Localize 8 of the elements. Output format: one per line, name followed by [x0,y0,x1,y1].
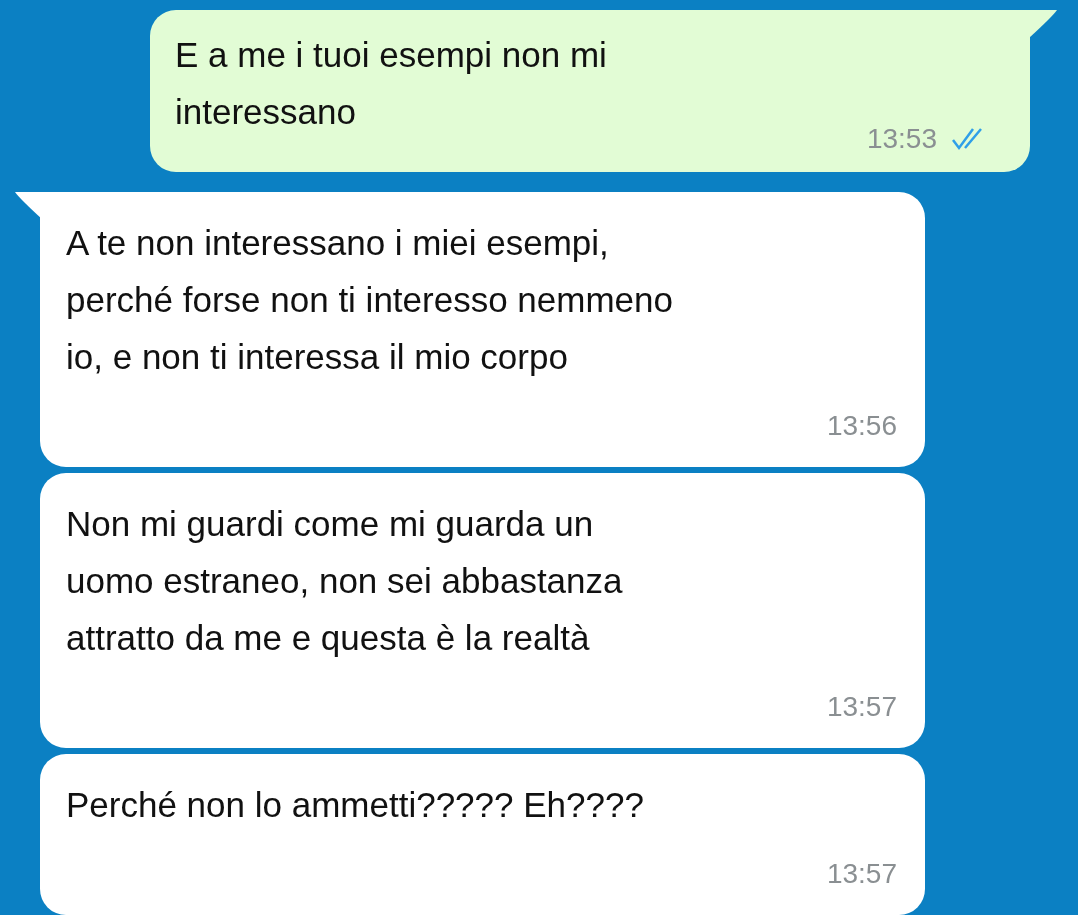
message-time: 13:57 [826,690,897,724]
message-text: Perché non lo ammetti????? Eh???? [66,784,644,826]
message-time: 13:57 [826,857,897,891]
message-time: 13:56 [826,409,897,443]
message-text: A te non interessano i miei esempi, perché forse non ti interesso nemmeno io, e non ti interessa il mio corpo [66,222,673,378]
message-text: E a me i tuoi esempi non mi interessano [175,34,607,133]
message-text: Non mi guardi come mi guarda un uomo estraneo, non sei abbastanza attratto da me e questa è la realtà [66,503,623,659]
message-time: 13:53 [866,122,937,156]
